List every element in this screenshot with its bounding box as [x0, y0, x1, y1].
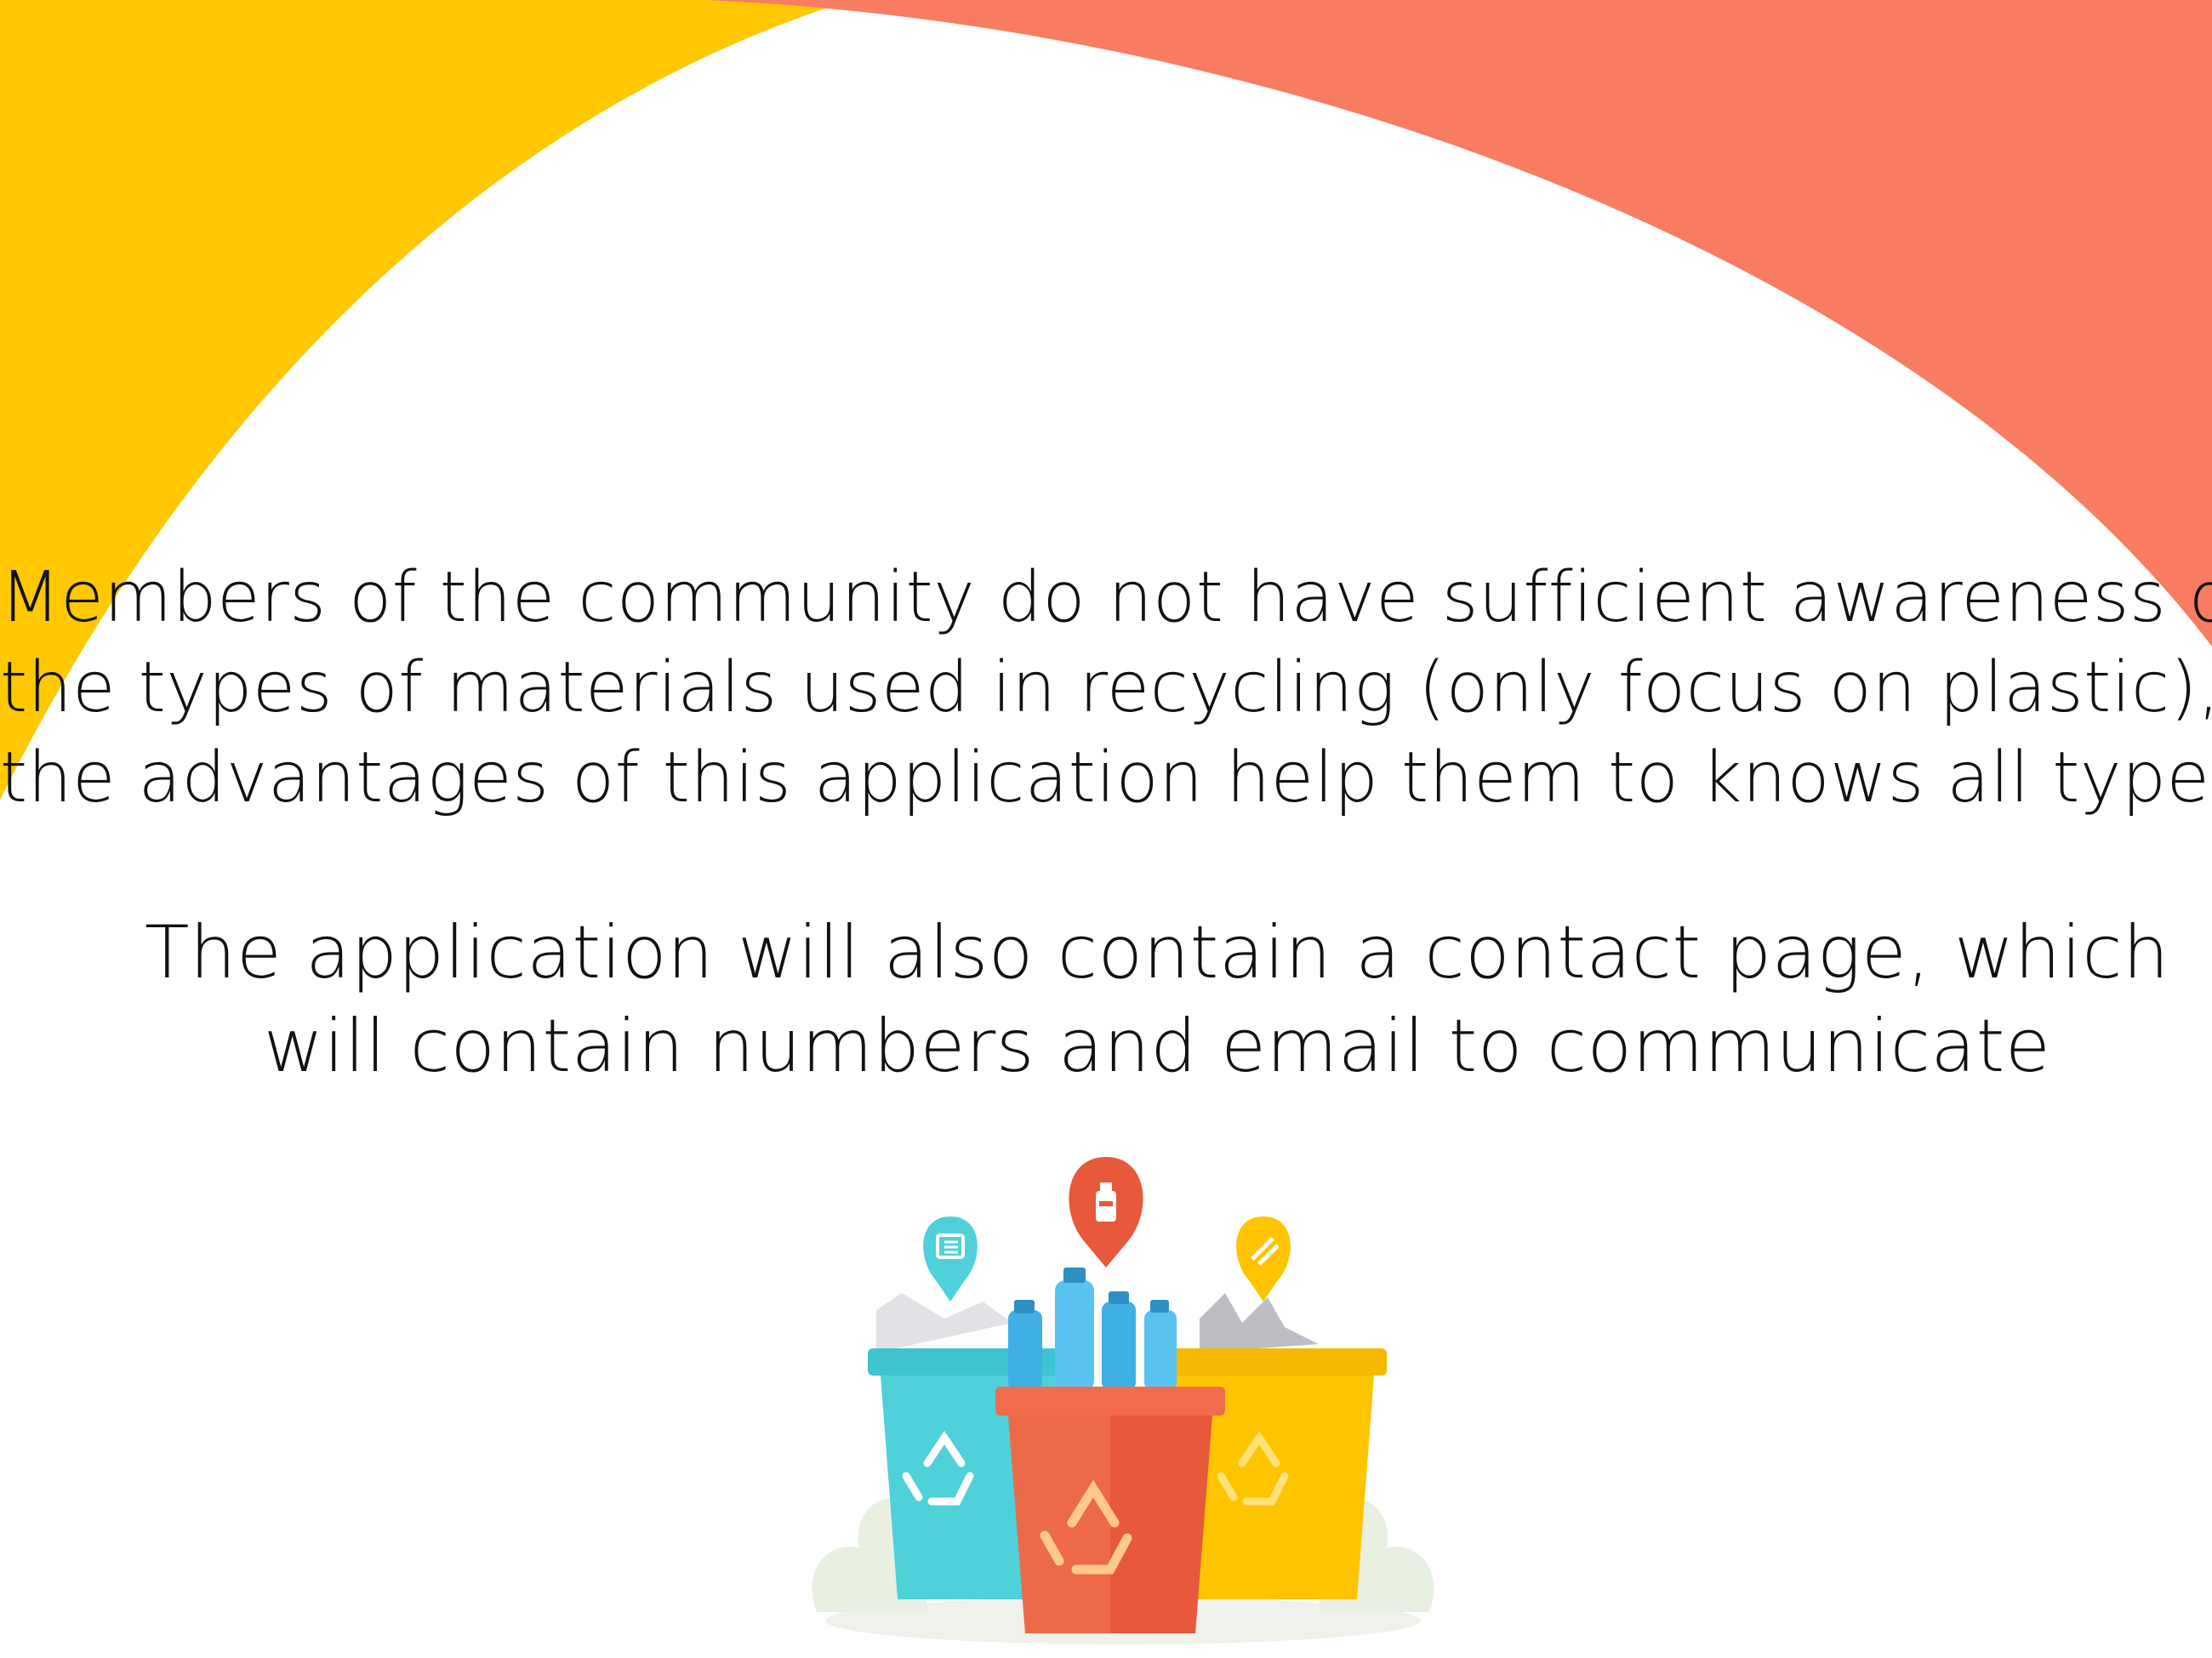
contact-paragraph: The application will also contain a cont…: [51, 906, 2212, 1093]
awareness-paragraph: Members of the community do not have suf…: [0, 553, 2212, 823]
awareness-line-3: the advantages of this application help …: [0, 738, 2212, 818]
contact-line-2: will contain numbers and email to commun…: [263, 1004, 2051, 1089]
metal-pin-icon: [1236, 1216, 1291, 1302]
newspaper-pin-icon: [923, 1216, 978, 1302]
slide: Members of the community do not have suf…: [0, 0, 2212, 1658]
red-bin: [995, 1387, 1225, 1633]
bottle-pin-icon: [1069, 1157, 1143, 1268]
awareness-line-2: the types of materials used in recycling…: [0, 647, 2212, 728]
plastic-bottles: [1008, 1268, 1177, 1391]
recycling-bins-illustration: [812, 1157, 1434, 1644]
awareness-line-1: Members of the community do not have suf…: [0, 557, 2212, 638]
coral-arc: [706, 0, 2212, 647]
contact-line-1: The application will also contain a cont…: [145, 910, 2169, 995]
